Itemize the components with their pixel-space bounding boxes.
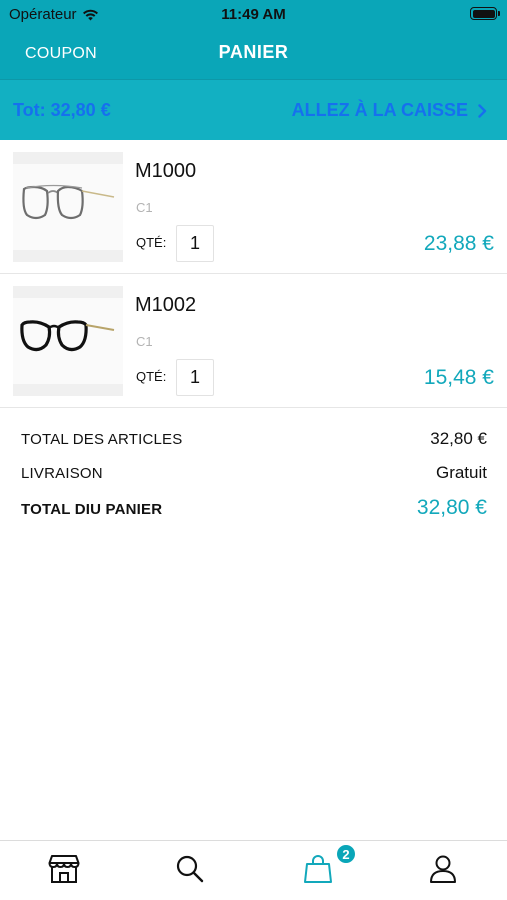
summary-articles-row: TOTAL DES ARTICLES 32,80 € <box>21 429 487 449</box>
summary-delivery-row: LIVRAISON Gratuit <box>21 463 487 483</box>
order-summary: TOTAL DES ARTICLES 32,80 € LIVRAISON Gra… <box>0 408 507 528</box>
tab-cart[interactable] <box>298 851 338 887</box>
tab-search[interactable] <box>170 851 210 887</box>
product-image <box>13 152 123 262</box>
shopping-bag-icon <box>304 855 332 883</box>
status-time: 11:49 AM <box>221 6 286 23</box>
glasses-image <box>20 320 115 352</box>
articles-total-value: 32,80 € <box>430 429 487 448</box>
tab-store[interactable] <box>44 851 84 887</box>
coupon-button[interactable]: COUPON <box>25 45 97 63</box>
product-price: 23,88 € <box>423 232 494 255</box>
articles-total-label: TOTAL DES ARTICLES <box>21 431 183 448</box>
quantity-label: QTÉ: <box>136 235 167 250</box>
glasses-image <box>22 184 115 220</box>
product-name: M1002 <box>135 294 197 316</box>
product-image <box>13 286 123 396</box>
page-title: PANIER <box>218 42 289 62</box>
checkout-bar: Tot: 32,80 € ALLEZ À LA CAISSE <box>0 79 507 140</box>
battery-icon <box>470 7 500 20</box>
product-price: 15,48 € <box>423 366 494 389</box>
cart-count-badge: 2 <box>335 843 357 865</box>
product-name: M1000 <box>135 160 197 182</box>
quantity-label: QTÉ: <box>136 369 167 384</box>
search-icon <box>176 855 204 883</box>
product-variant: C1 <box>136 334 153 349</box>
product-variant: C1 <box>136 200 153 215</box>
cart-total-summary: Tot: 32,80 € <box>13 100 111 120</box>
quantity-field[interactable]: 1 <box>176 359 214 396</box>
user-icon <box>430 855 456 883</box>
status-bar: Opérateur 11:49 AM <box>0 0 507 28</box>
cart-total-label: TOTAL DIU PANIER <box>21 501 163 518</box>
store-icon <box>48 855 80 883</box>
cart-item[interactable]: M1000 C1 QTÉ: 1 23,88 € <box>0 140 507 274</box>
summary-cart-total-row: TOTAL DIU PANIER 32,80 € <box>21 496 487 520</box>
checkout-button[interactable]: ALLEZ À LA CAISSE <box>292 100 487 121</box>
checkout-label: ALLEZ À LA CAISSE <box>291 100 468 120</box>
navigation-bar: COUPON PANIER <box>0 28 507 79</box>
tab-account[interactable] <box>423 851 463 887</box>
cart-total-value: 32,80 € <box>416 496 487 519</box>
tab-bar <box>0 840 507 900</box>
quantity-field[interactable]: 1 <box>176 225 214 262</box>
cart-item[interactable]: M1002 C1 QTÉ: 1 15,48 € <box>0 274 507 408</box>
delivery-value: Gratuit <box>435 463 487 482</box>
chevron-right-icon <box>478 103 487 118</box>
delivery-label: LIVRAISON <box>21 465 103 482</box>
